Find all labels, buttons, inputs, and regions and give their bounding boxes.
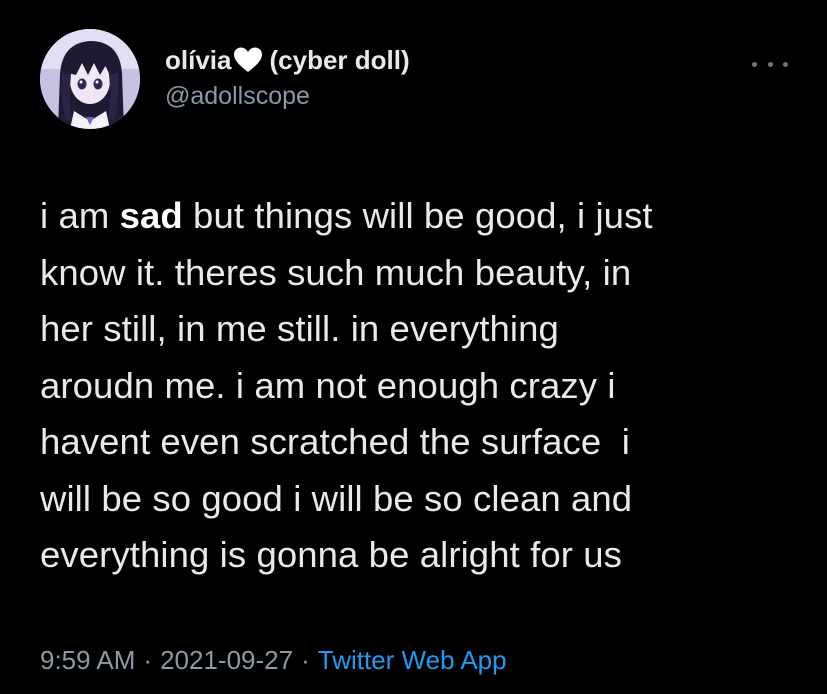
dot: [783, 61, 788, 67]
author-handle[interactable]: @adollscope: [165, 80, 410, 112]
dot: [767, 61, 773, 67]
tweet-text-line: aroudn me. i am not enough crazy i: [40, 364, 616, 406]
tweet-text-line: i am sad but things will be good, i just: [40, 195, 653, 236]
more-horizontal-icon[interactable]: [752, 56, 788, 72]
tweet-text-line: her still, in me still. in everything: [40, 308, 559, 349]
tweet-source-link[interactable]: Twitter Web App: [318, 645, 507, 675]
tweet-meta: 9:59 AM · 2021-09-27 · Twitter Web App: [40, 644, 507, 676]
display-name: olívia: [165, 45, 232, 75]
tweet-header: olívia (cyber doll) @adollscope: [165, 44, 410, 112]
avatar-anime-girl-image: [40, 29, 140, 129]
author-name[interactable]: olívia (cyber doll): [165, 44, 410, 76]
tweet-date[interactable]: 2021-09-27: [160, 645, 293, 675]
avatar[interactable]: [40, 29, 140, 129]
white-heart-icon: [234, 47, 263, 72]
tweet-text-line: will be so good i will be so clean and: [40, 477, 633, 519]
tweet: olívia (cyber doll) @adollscope i am sad…: [0, 0, 827, 694]
bold-word: sad: [119, 195, 183, 236]
separator: ·: [301, 645, 310, 675]
tweet-text-line: know it. theres such much beauty, in: [40, 251, 632, 293]
dot: [752, 61, 757, 67]
tweet-time[interactable]: 9:59 AM: [40, 645, 135, 675]
tweet-text: i am sad but things will be good, i just…: [40, 188, 800, 584]
separator: ·: [143, 645, 153, 675]
display-name-suffix: (cyber doll): [269, 45, 410, 75]
tweet-text-line: everything is gonna be alright for us: [40, 534, 622, 575]
tweet-text-line: havent even scratched the surface i: [40, 421, 630, 462]
